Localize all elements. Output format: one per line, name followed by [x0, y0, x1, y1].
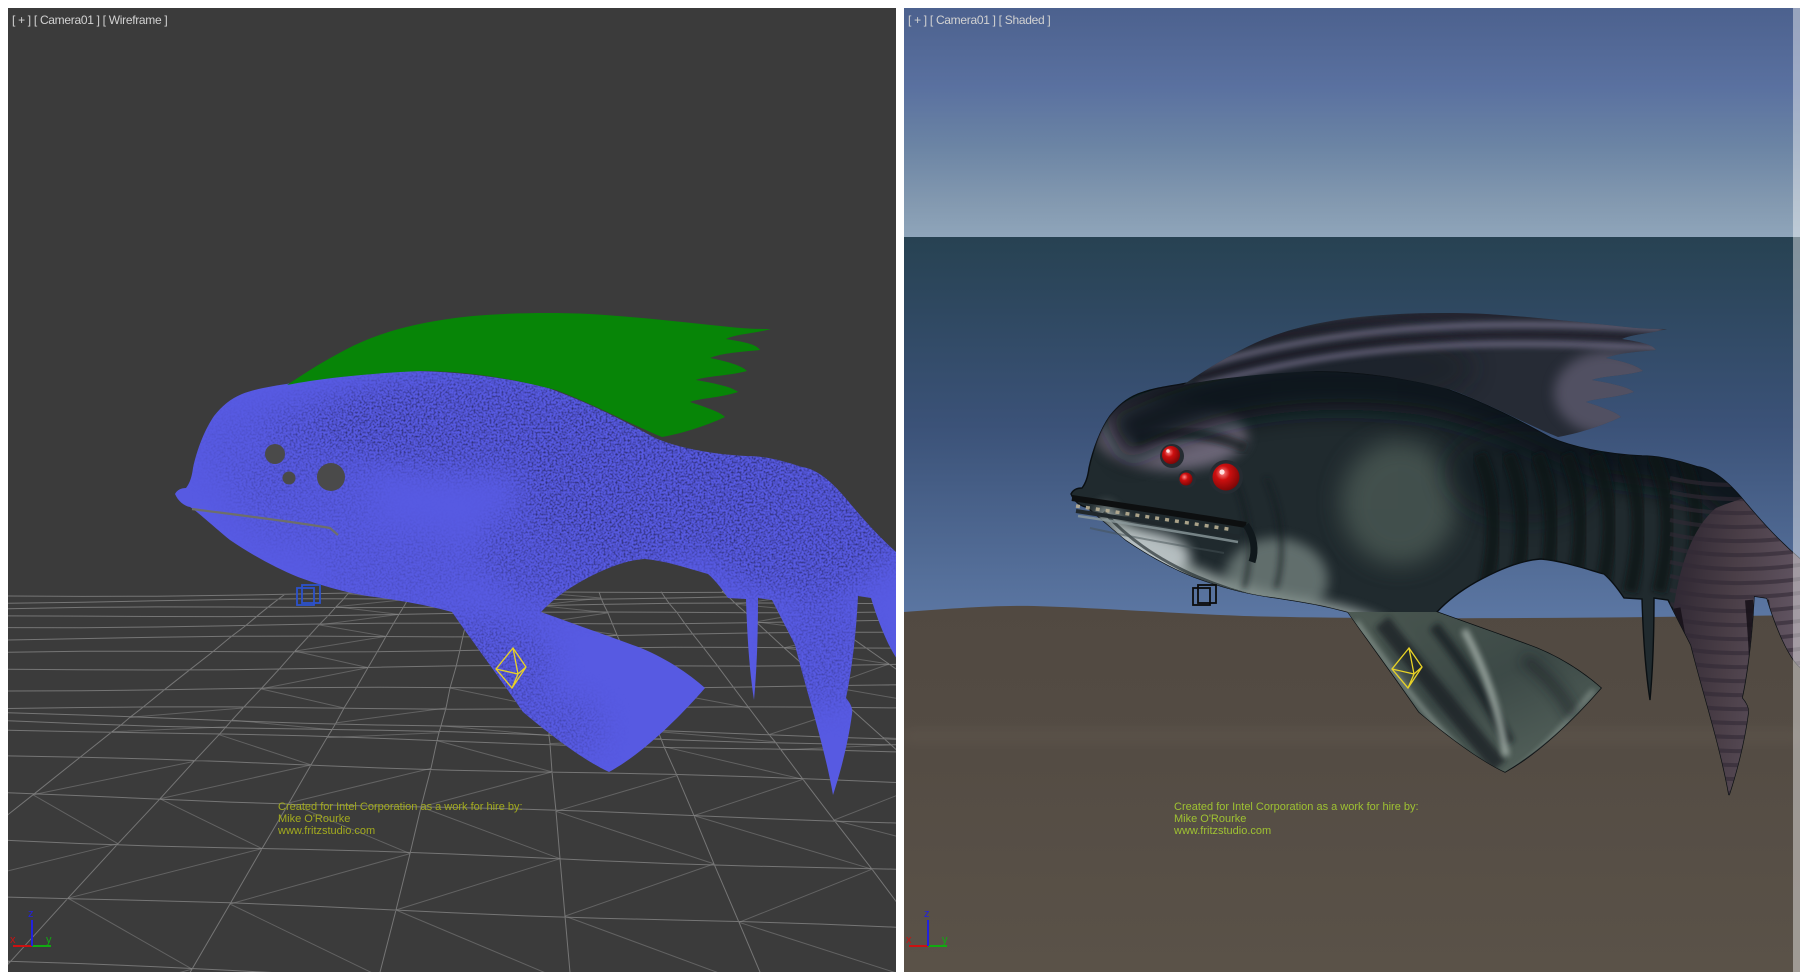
svg-text:Mike O'Rourke: Mike O'Rourke — [278, 813, 350, 825]
svg-text:Created for Intel Corporation: Created for Intel Corporation as a work … — [278, 801, 523, 813]
svg-text:[ + ] [ Camera01 ] [ Shaded ]: [ + ] [ Camera01 ] [ Shaded ] — [908, 13, 1050, 27]
svg-text:Created for Intel Corporation: Created for Intel Corporation as a work … — [1174, 801, 1419, 813]
svg-text:x: x — [906, 934, 912, 946]
svg-text:www.fritzstudio.com: www.fritzstudio.com — [277, 825, 375, 837]
svg-text:z: z — [28, 908, 34, 920]
svg-text:[ + ] [ Camera01 ] [ Wireframe: [ + ] [ Camera01 ] [ Wireframe ] — [12, 13, 167, 27]
svg-text:www.fritzstudio.com: www.fritzstudio.com — [1173, 825, 1271, 837]
svg-text:y: y — [942, 934, 948, 946]
svg-text:Mike O'Rourke: Mike O'Rourke — [1174, 813, 1246, 825]
svg-text:y: y — [46, 934, 52, 946]
svg-text:z: z — [924, 908, 930, 920]
svg-text:x: x — [10, 934, 16, 946]
